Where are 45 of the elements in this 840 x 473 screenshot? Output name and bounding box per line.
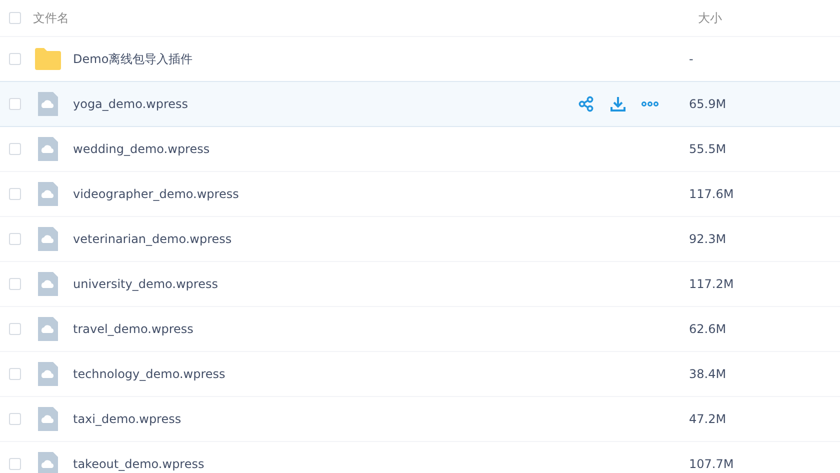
row-checkbox[interactable] xyxy=(9,53,21,65)
row-checkbox[interactable] xyxy=(9,233,21,245)
column-header[interactable]: 大小 xyxy=(698,10,840,26)
file-size: 38.4M xyxy=(689,367,728,381)
file-name[interactable]: wedding_demo.wpress xyxy=(73,142,659,156)
file-size: 92.3M xyxy=(689,232,728,246)
row-checkbox[interactable] xyxy=(9,188,21,200)
row-checkbox[interactable] xyxy=(9,278,21,290)
file-size: 107.7M xyxy=(689,457,735,471)
share-icon[interactable] xyxy=(577,96,595,112)
row-checkbox[interactable] xyxy=(9,98,21,110)
file-size: 65.9M xyxy=(689,97,728,111)
file-row[interactable]: university_demo.wpress 117.2M xyxy=(0,262,840,307)
row-checkbox[interactable] xyxy=(9,368,21,380)
file-size: 47.2M xyxy=(689,412,728,426)
file-row[interactable]: veterinarian_demo.wpress 92.3M xyxy=(0,217,840,262)
download-icon[interactable] xyxy=(609,96,627,112)
file-name[interactable]: taxi_demo.wpress xyxy=(73,412,659,426)
file-row[interactable]: yoga_demo.wpress 65.9M xyxy=(0,81,840,127)
file-row[interactable]: taxi_demo.wpress 47.2M xyxy=(0,397,840,442)
row-checkbox[interactable] xyxy=(9,143,21,155)
file-name[interactable]: Demo离线包导入插件 xyxy=(73,50,659,68)
file-name[interactable]: videographer_demo.wpress xyxy=(73,187,659,201)
row-checkbox[interactable] xyxy=(9,413,21,425)
file-row[interactable]: takeout_demo.wpress 107.7M xyxy=(0,442,840,473)
row-checkbox[interactable] xyxy=(9,323,21,335)
file-name[interactable]: technology_demo.wpress xyxy=(73,367,659,381)
file-size: 62.6M xyxy=(689,322,728,336)
folder-icon xyxy=(34,47,62,71)
select-all-checkbox[interactable] xyxy=(9,12,21,24)
file-row[interactable]: wedding_demo.wpress 55.5M xyxy=(0,127,840,172)
row-checkbox[interactable] xyxy=(9,458,21,470)
file-size: 55.5M xyxy=(689,142,728,156)
file-row[interactable]: travel_demo.wpress 62.6M xyxy=(0,307,840,352)
file-name[interactable]: travel_demo.wpress xyxy=(73,322,659,336)
file-name[interactable]: yoga_demo.wpress xyxy=(73,97,577,111)
file-size: 117.2M xyxy=(689,277,735,291)
file-name[interactable]: university_demo.wpress xyxy=(73,277,659,291)
column-header[interactable]: 文件名 xyxy=(33,10,698,26)
file-size: - xyxy=(689,52,694,66)
file-name[interactable]: veterinarian_demo.wpress xyxy=(73,232,659,246)
file-row[interactable]: videographer_demo.wpress 117.6M xyxy=(0,172,840,217)
file-name[interactable]: takeout_demo.wpress xyxy=(73,457,659,471)
file-size: 117.6M xyxy=(689,187,735,201)
file-row[interactable]: technology_demo.wpress 38.4M xyxy=(0,352,840,397)
